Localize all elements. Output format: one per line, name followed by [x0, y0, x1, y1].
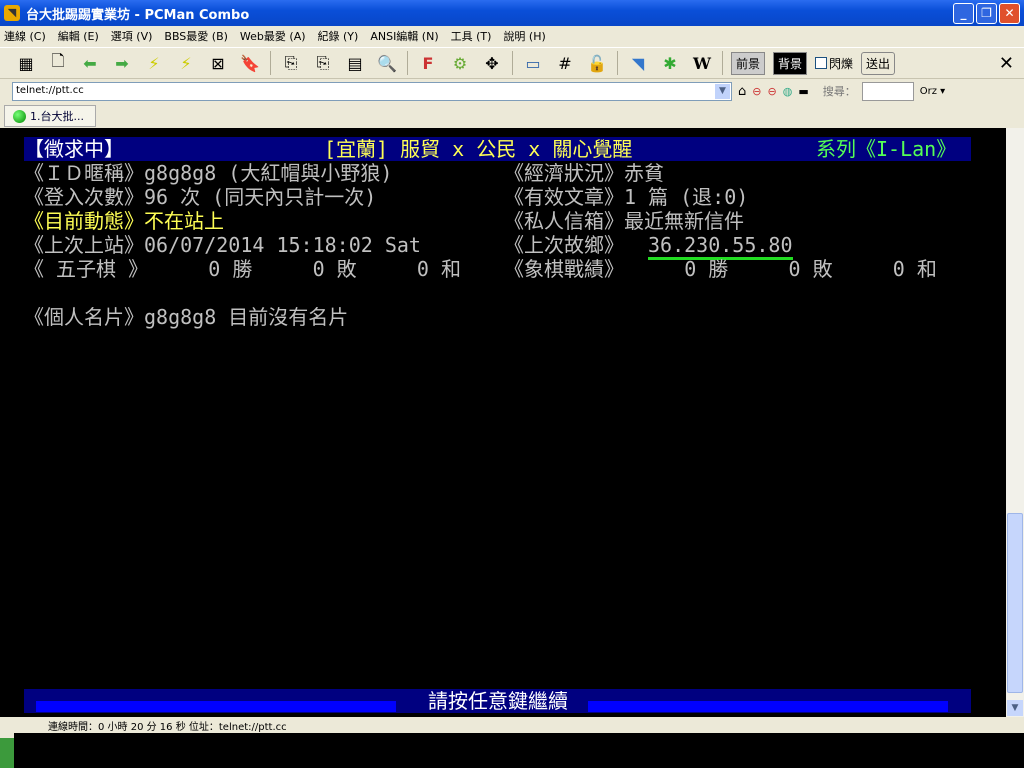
fullscreen-icon[interactable]: ✥	[480, 51, 504, 75]
menu-web-favorites[interactable]: Web最愛 (A)	[240, 28, 306, 44]
menu-options[interactable]: 選項 (V)	[111, 28, 153, 44]
gomoku-row: 《 五子棋 》 0 勝 0 敗 0 和	[24, 257, 461, 281]
press-any-key-bar: 請按任意鍵繼續	[24, 689, 971, 713]
chess-row: 《象棋戰績》 0 勝 0 敗 0 和	[504, 257, 937, 281]
minimize-button[interactable]: _	[953, 3, 974, 24]
tab-connection-1[interactable]: 1.台大批...	[4, 105, 96, 127]
scroll-down-icon[interactable]: ▼	[1007, 700, 1023, 716]
new-connection-icon[interactable]: 🗋	[46, 51, 70, 75]
menu-edit[interactable]: 編輯 (E)	[58, 28, 99, 44]
ansi-off-icon[interactable]: ⊖	[752, 85, 761, 98]
restore-button[interactable]: ❐	[976, 3, 997, 24]
app-icon: ◥	[4, 5, 20, 21]
terminal-screen[interactable]: 【徵求中】 [宜蘭] 服貿 x 公民 x 關心覺醒 系列《I-Lan》 《ＩＤ暱…	[0, 128, 1006, 717]
menu-connect[interactable]: 連線 (C)	[4, 28, 46, 44]
menu-help[interactable]: 說明 (H)	[503, 28, 545, 44]
back-icon[interactable]: ⬅	[78, 51, 102, 75]
vertical-scrollbar[interactable]: ▼	[1006, 128, 1024, 717]
search-engine-select[interactable]: Orz ▾	[920, 86, 945, 97]
terminal-icon[interactable]: ▬	[798, 85, 808, 98]
last-login-row: 《上次上站》06/07/2014 15:18:02 Sat	[24, 233, 421, 257]
foreground-color-button[interactable]: 前景	[731, 51, 766, 75]
terminal-header: 【徵求中】 [宜蘭] 服貿 x 公民 x 關心覺醒 系列《I-Lan》	[24, 137, 971, 161]
press-any-key-text: 請按任意鍵繼續	[428, 689, 568, 713]
wikipedia-icon[interactable]: W	[690, 51, 714, 75]
font-icon[interactable]: F	[416, 51, 440, 75]
site-list-icon[interactable]: ▦	[14, 51, 38, 75]
last-host-ip-link[interactable]: 36.230.55.80	[648, 233, 793, 260]
search-engine-label: Orz	[919, 85, 937, 97]
login-count-row: 《登入次數》96 次 (同天內只計一次)	[24, 185, 377, 209]
copy-ansi-icon[interactable]: ⎘	[311, 51, 335, 75]
connected-status-icon	[13, 109, 26, 123]
header-title: [宜蘭] 服貿 x 公民 x 關心覺醒	[324, 137, 633, 161]
settings-gear-icon[interactable]: ⚙	[448, 51, 472, 75]
redacted-region	[14, 733, 1024, 768]
user-id-row: 《ＩＤ暱稱》g8g8g8 (大紅帽與小野狼)	[24, 161, 393, 185]
address-dropdown-icon[interactable]: ▼	[715, 83, 730, 99]
close-toolbar-icon[interactable]: ✕	[999, 53, 1014, 74]
menu-log[interactable]: 紀錄 (Y)	[318, 28, 359, 44]
search-label: 搜尋：	[822, 85, 856, 98]
menu-tools[interactable]: 工具 (T)	[451, 28, 492, 44]
home-icon[interactable]: ⌂	[738, 84, 746, 99]
menu-bar: 連線 (C) 編輯 (E) 選項 (V) BBS最愛 (B) Web最愛 (A)…	[0, 26, 1024, 46]
close-tab-icon[interactable]: ⊠	[206, 51, 230, 75]
last-host-label: 《上次故鄉》	[504, 233, 624, 257]
scrollbar-thumb[interactable]	[1007, 513, 1023, 693]
ansi-code-icon[interactable]: #	[553, 51, 577, 75]
profile-card-row: 《個人名片》g8g8g8 目前沒有名片	[24, 305, 349, 329]
mailbox-row: 《私人信箱》最近無新信件	[504, 209, 744, 233]
copy-icon[interactable]: ⎘	[279, 51, 303, 75]
pcman-icon[interactable]: ◥	[626, 51, 650, 75]
ansi-on-icon[interactable]: ⊖	[767, 85, 776, 98]
menu-ansi-edit[interactable]: ANSI編輯 (N)	[370, 28, 438, 44]
paste-icon[interactable]: ▤	[343, 51, 367, 75]
disconnect-icon[interactable]: ⚡	[142, 51, 166, 75]
window-title: 台大批踢踢實業坊 - PCMan Combo	[26, 7, 250, 23]
forward-icon[interactable]: ➡	[110, 51, 134, 75]
tab-bar: 1.台大批...	[0, 104, 1024, 128]
title-bar: ◥ 台大批踢踢實業坊 - PCMan Combo _ ❐ ✕	[0, 0, 1024, 26]
address-input[interactable]: telnet://ptt.cc ▼	[12, 81, 732, 101]
search-screen-icon[interactable]: 🔍	[375, 51, 399, 75]
send-button[interactable]: 送出	[861, 51, 896, 75]
start-button-fragment	[0, 738, 14, 768]
address-value: telnet://ptt.cc	[16, 84, 84, 96]
blink-checkbox[interactable]: 閃爍	[815, 55, 853, 72]
economy-row: 《經濟狀況》赤貧	[504, 161, 664, 185]
globe-icon[interactable]: ◍	[783, 85, 793, 98]
screen-icon[interactable]: ▭	[521, 51, 545, 75]
header-left: 【徵求中】	[24, 137, 124, 161]
header-right: 系列《I-Lan》	[816, 137, 957, 161]
background-color-button[interactable]: 背景	[773, 51, 808, 75]
toolbar: ▦ 🗋 ⬅ ➡ ⚡ ⚡ ⊠ 🔖 ⎘ ⎘ ▤ 🔍 F ⚙ ✥ ▭ # 🔓 ◥ ✱ …	[0, 47, 1024, 79]
menu-bbs-favorites[interactable]: BBS最愛 (B)	[164, 28, 228, 44]
search-input[interactable]	[861, 81, 914, 101]
reconnect-icon[interactable]: ⚡	[174, 51, 198, 75]
posts-row: 《有效文章》1 篇 (退:0)	[504, 185, 749, 209]
close-button[interactable]: ✕	[999, 3, 1020, 24]
status-bar: 連線時間：0 小時 20 分 16 秒 位址：telnet://ptt.cc	[48, 722, 287, 733]
flower-icon[interactable]: ✱	[658, 51, 682, 75]
lock-icon[interactable]: 🔓	[585, 51, 609, 75]
add-bookmark-icon[interactable]: 🔖	[238, 51, 262, 75]
tab-label: 1.台大批...	[30, 110, 84, 123]
blink-label: 閃爍	[829, 56, 854, 71]
address-bar: telnet://ptt.cc ▼ ⌂ ⊖ ⊖ ◍ ▬ 搜尋： Orz ▾	[0, 80, 1024, 102]
current-status-row: 《目前動態》不在站上	[24, 209, 224, 233]
